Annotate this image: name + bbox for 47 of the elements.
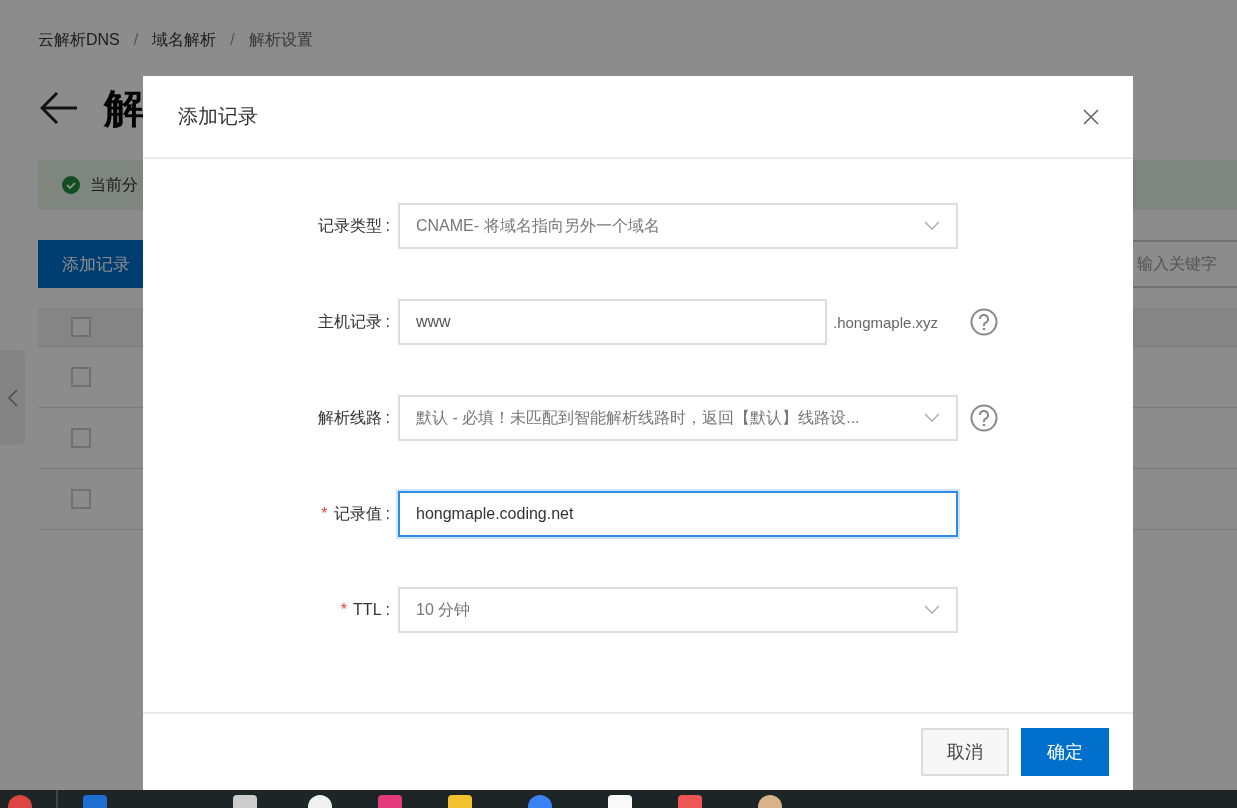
sidebar-toggle[interactable] [0,350,25,445]
label-colon: : [385,409,390,427]
breadcrumb-separator: / [230,31,235,49]
page-title: 解 [104,84,144,132]
breadcrumb-link[interactable]: 云解析DNS [38,29,120,51]
checkbox[interactable] [71,428,91,448]
required-mark: * [340,601,348,619]
label-colon: : [385,505,390,523]
breadcrumb-link[interactable]: 域名解析 [152,29,217,51]
field-label: 解析线路 [317,407,382,428]
taskbar-app-icon[interactable] [758,795,782,808]
breadcrumb-separator: / [133,31,139,49]
taskbar-app-icon[interactable] [308,795,332,808]
help-icon[interactable] [970,308,998,336]
select-value: 默认 - 必填！未匹配到智能解析线路时，返回【默认】线路设... [416,407,860,428]
input-field[interactable]: www [398,299,827,345]
breadcrumb-current: 解析设置 [248,29,313,50]
checkbox[interactable] [71,317,91,337]
cancel-button[interactable]: 取消 [921,728,1009,776]
checkbox[interactable] [71,489,91,509]
chevron-down-icon [924,413,940,423]
select-field[interactable]: CNAME- 将域名指向另外一个域名 [398,203,958,249]
select-value: CNAME- 将域名指向另外一个域名 [416,215,660,236]
select-field[interactable]: 10 分钟 [398,587,958,633]
field-label: TTL [353,601,382,619]
required-mark: * [321,505,328,523]
confirm-button[interactable]: 确定 [1021,728,1109,776]
label-colon: : [385,217,390,235]
close-icon[interactable] [1083,108,1099,125]
field-label: 记录值 [333,503,382,524]
checkbox[interactable] [71,367,91,387]
chevron-down-icon [924,221,940,231]
select-field[interactable]: 默认 - 必填！未匹配到智能解析线路时，返回【默认】线路设... [398,395,958,441]
back-arrow-icon[interactable] [40,91,78,125]
label-colon: : [385,601,390,619]
domain-suffix: .hongmaple.xyz [833,313,939,331]
alert-text: 当前分 [90,174,138,195]
help-icon[interactable] [970,404,998,432]
field-label: 记录类型 [317,215,382,236]
field-label: 主机记录 [317,311,382,332]
label-colon: : [385,313,390,331]
dialog-title: 添加记录 [178,104,258,129]
check-circle-icon [62,176,80,194]
select-value: 10 分钟 [416,599,471,620]
chevron-left-icon [7,388,18,407]
chevron-down-icon [924,605,940,615]
input-field[interactable]: hongmaple.coding.net [398,491,958,537]
